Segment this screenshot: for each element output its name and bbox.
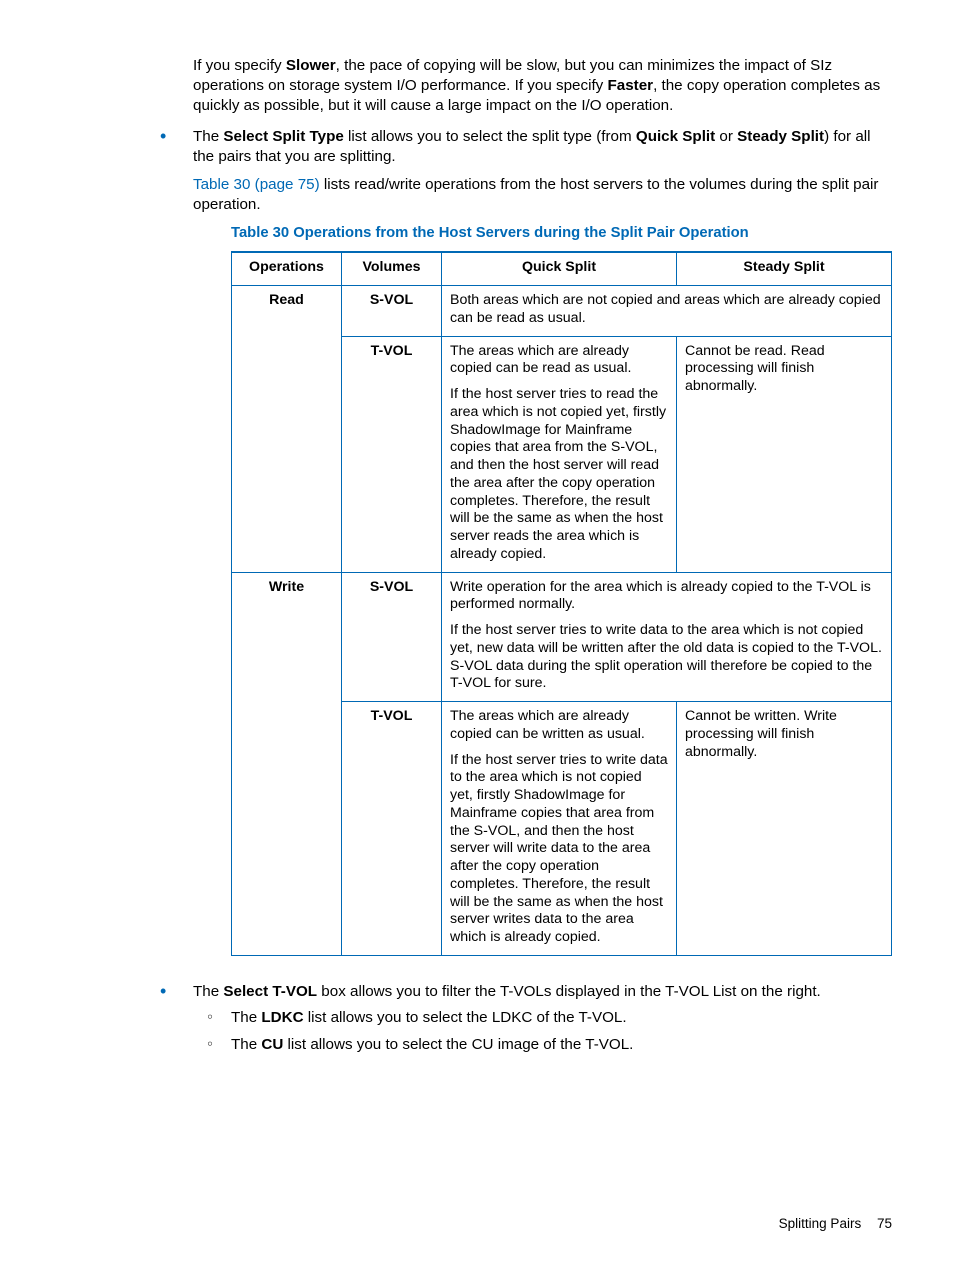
table-row: Read S-VOL Both areas which are not copi… [232,286,892,337]
cell-write-tvol-qs: The areas which are already copied can b… [442,702,677,956]
host-operations-table: Operations Volumes Quick Split Steady Sp… [231,251,892,956]
table-caption: Table 30 Operations from the Host Server… [231,224,892,243]
page-footer: Splitting Pairs 75 [779,1216,892,1231]
text: The [193,128,223,145]
cell-svol: S-VOL [342,572,442,702]
col-volumes: Volumes [342,252,442,285]
cell-read-tvol-qs: The areas which are already copied can b… [442,336,677,572]
sub-bullet-ldkc: The LDKC list allows you to select the L… [193,1008,892,1028]
bold-cu: CU [261,1036,283,1053]
text: box allows you to filter the T-VOLs disp… [317,983,821,1000]
page: If you specify Slower, the pace of copyi… [0,0,954,1271]
sub-bullet-cu: The CU list allows you to select the CU … [193,1035,892,1055]
text: The [231,1009,261,1026]
col-quick-split: Quick Split [442,252,677,285]
bold-quick-split: Quick Split [636,128,715,145]
bullet-select-split-type: The Select Split Type list allows you to… [155,127,892,970]
table-row: Write S-VOL Write operation for the area… [232,572,892,702]
cell-tvol: T-VOL [342,336,442,572]
text: If the host server tries to write data t… [450,622,883,693]
text: list allows you to select the CU image o… [283,1036,633,1053]
text: If the host server tries to write data t… [450,752,668,947]
bold-slower: Slower [286,57,336,74]
text: The areas which are already copied can b… [450,343,668,379]
bold-faster: Faster [607,77,653,94]
cell-write: Write [232,572,342,955]
cell-read-svol: Both areas which are not copied and area… [442,286,892,337]
cell-write-tvol-ss: Cannot be written. Write processing will… [677,702,892,956]
text: If you specify [193,57,286,74]
cell-read: Read [232,286,342,573]
bold-ldkc: LDKC [261,1009,303,1026]
text: The [231,1036,261,1053]
bullet-text: The Select Split Type list allows you to… [193,127,892,167]
cell-svol: S-VOL [342,286,442,337]
bold-select-split-type: Select Split Type [223,128,343,145]
bold-select-tvol: Select T-VOL [223,983,317,1000]
footer-page-number: 75 [877,1216,892,1231]
cell-write-svol: Write operation for the area which is al… [442,572,892,702]
table-header-row: Operations Volumes Quick Split Steady Sp… [232,252,892,285]
col-steady-split: Steady Split [677,252,892,285]
bold-steady-split: Steady Split [737,128,824,145]
text: or [715,128,737,145]
cell-read-tvol-ss: Cannot be read. Read processing will fin… [677,336,892,572]
text: list allows you to select the LDKC of th… [304,1009,627,1026]
table-ref-paragraph: Table 30 (page 75) lists read/write oper… [193,175,892,215]
intro-paragraph: If you specify Slower, the pace of copyi… [193,56,892,115]
text: The [193,983,223,1000]
text: If the host server tries to read the are… [450,386,668,564]
col-operations: Operations [232,252,342,285]
text: list allows you to select the split type… [344,128,636,145]
cell-tvol: T-VOL [342,702,442,956]
bullet-select-tvol: The Select T-VOL box allows you to filte… [155,982,892,1055]
footer-section: Splitting Pairs [779,1216,862,1231]
text: The areas which are already copied can b… [450,708,668,744]
text: Write operation for the area which is al… [450,579,883,615]
table-30-link[interactable]: Table 30 (page 75) [193,176,320,193]
